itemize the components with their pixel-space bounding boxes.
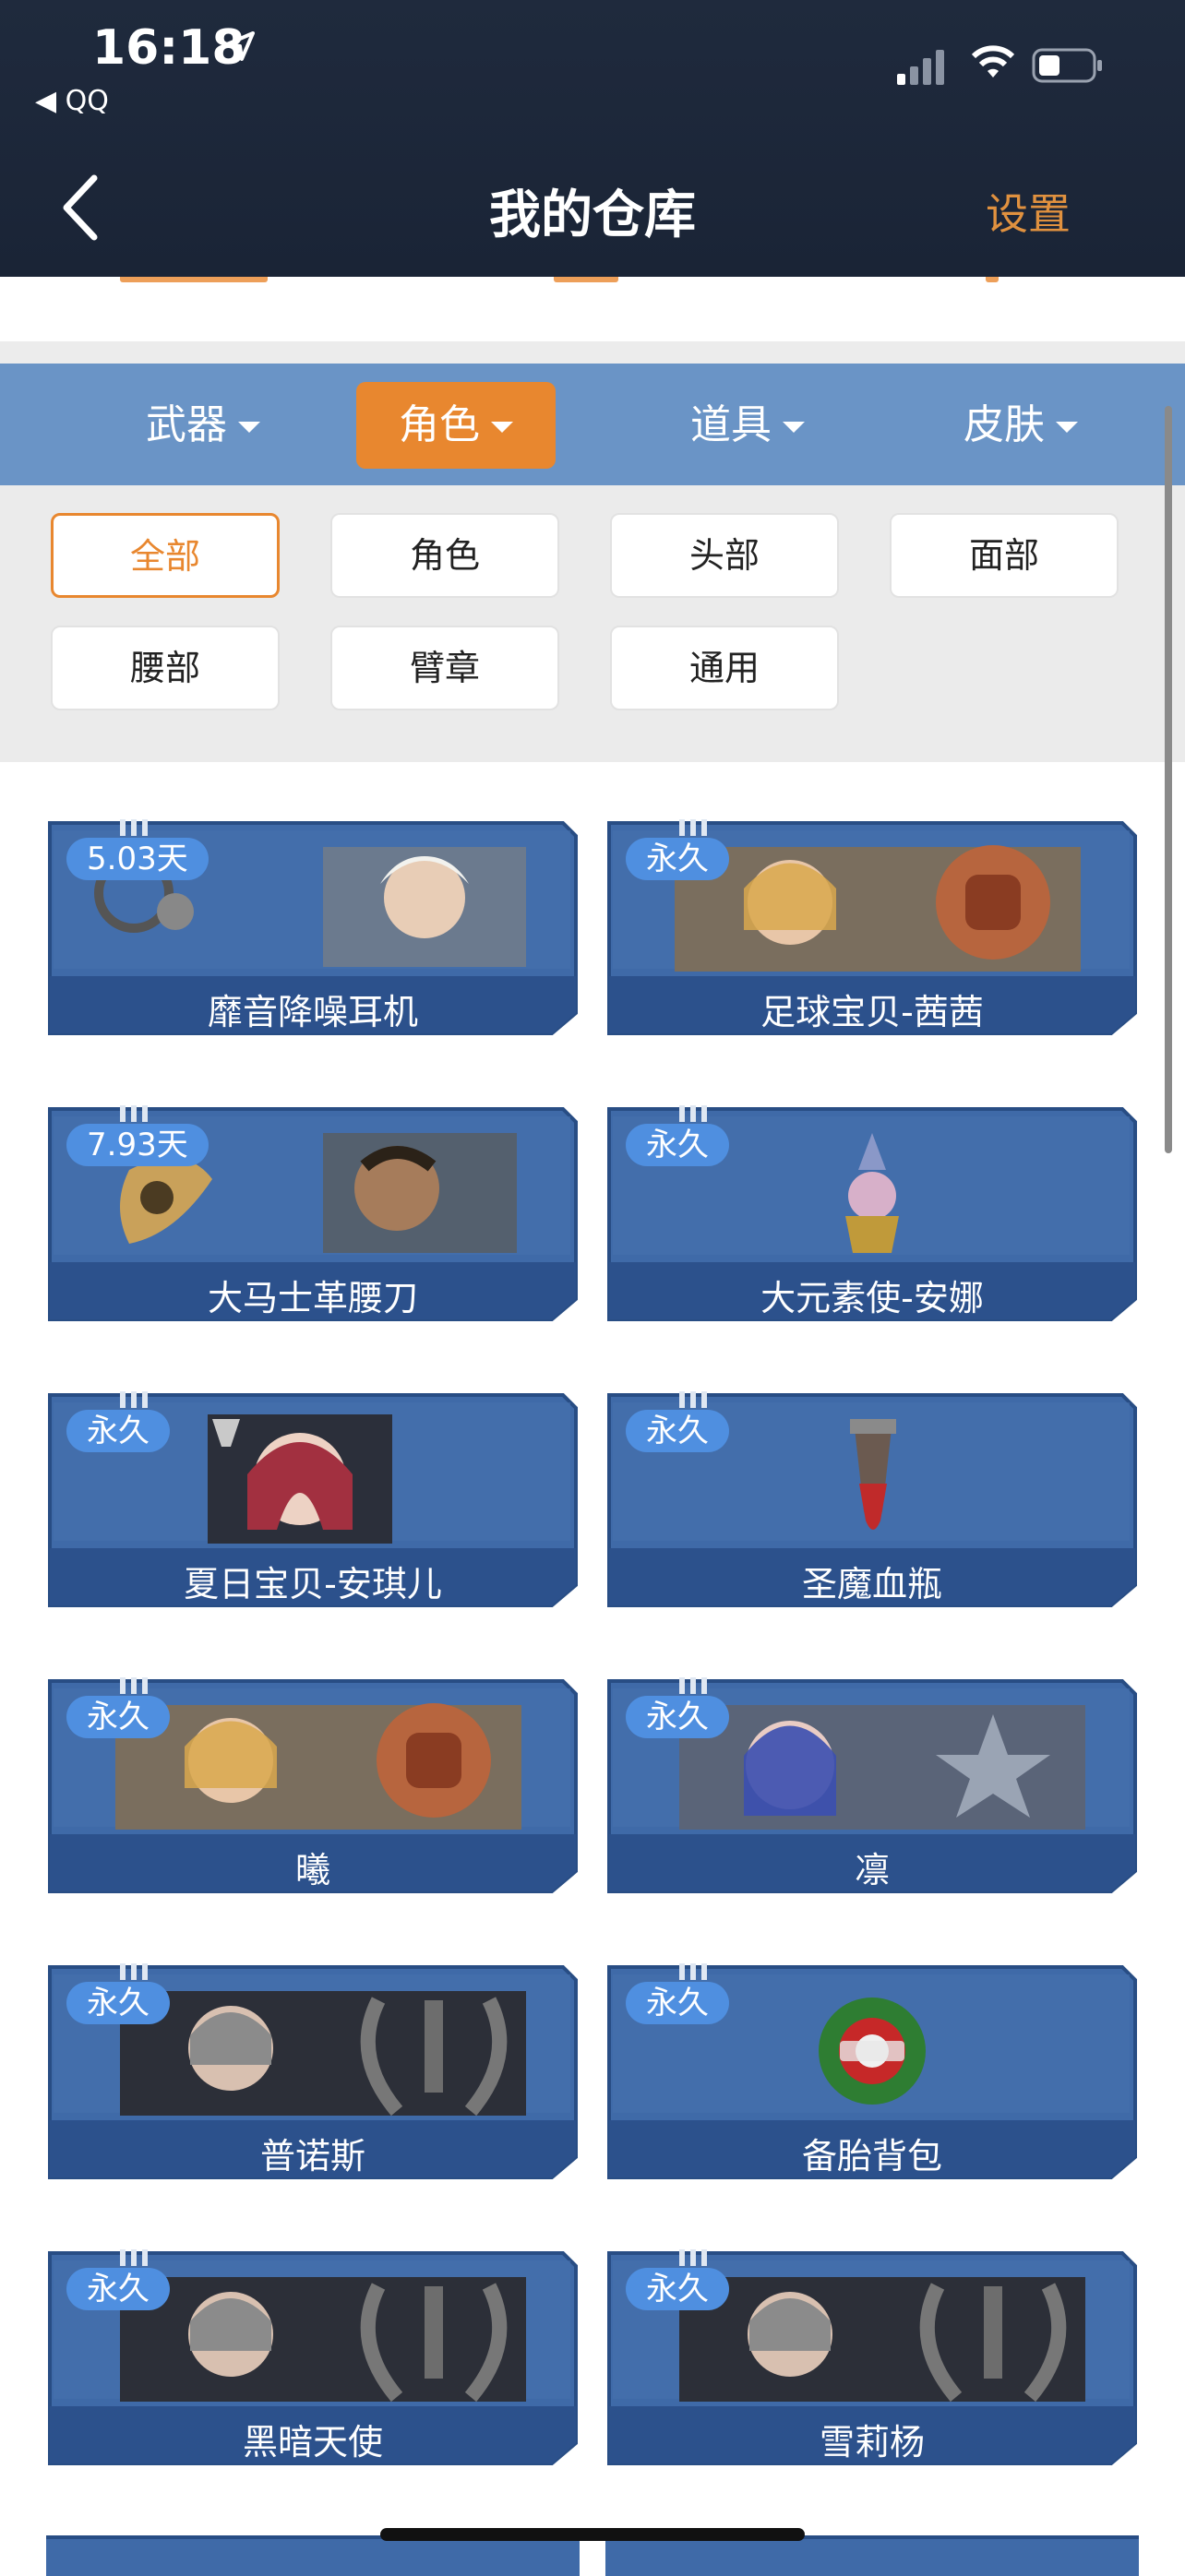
- item-name: 黑暗天使: [242, 2422, 383, 2463]
- inventory-item-card[interactable]: 7.93天大马士革腰刀: [46, 1105, 580, 1323]
- item-artwork: [115, 1703, 521, 1830]
- item-name: 大马士革腰刀: [207, 1278, 418, 1318]
- location-arrow-icon: [225, 31, 255, 61]
- summary-strip: [0, 269, 1185, 341]
- settings-button[interactable]: 设置: [986, 181, 1071, 242]
- filter-general[interactable]: 通用: [610, 626, 839, 710]
- duration-badge: 永久: [626, 1696, 729, 1738]
- duration-badge: 永久: [66, 1982, 170, 2024]
- item-name: 雪莉杨: [819, 2422, 925, 2463]
- caret-down-icon: [238, 422, 260, 433]
- item-name: 大元素使-安娜: [760, 1278, 984, 1318]
- item-name: 靡音降噪耳机: [207, 992, 418, 1032]
- filter-all[interactable]: 全部: [51, 513, 280, 598]
- filter-character[interactable]: 角色: [330, 513, 559, 598]
- inventory-item-card[interactable]: 永久备胎背包: [605, 1963, 1139, 2181]
- category-tabs: 武器 角色 道具 皮肤: [0, 364, 1185, 485]
- item-name: 足球宝贝-茜茜: [760, 992, 984, 1032]
- inventory-item-card[interactable]: 永久圣魔血瓶: [605, 1391, 1139, 1609]
- inventory-item-card[interactable]: 永久夏日宝贝-安琪儿: [46, 1391, 580, 1609]
- item-name: 夏日宝贝-安琪儿: [184, 1564, 442, 1604]
- duration-badge: 永久: [626, 838, 729, 880]
- filter-face[interactable]: 面部: [890, 513, 1119, 598]
- tab-label: 皮肤: [964, 401, 1045, 448]
- item-artwork: [679, 2277, 1085, 2403]
- duration-badge: 5.03天: [66, 838, 209, 880]
- inventory-item-card[interactable]: 永久凛: [605, 1677, 1139, 1895]
- duration-badge: 永久: [626, 1410, 729, 1452]
- duration-badge: 永久: [66, 1410, 170, 1452]
- inventory-item-card-partial[interactable]: [605, 2535, 1139, 2576]
- duration-badge: 永久: [66, 1696, 170, 1738]
- duration-badge: 永久: [626, 1124, 729, 1166]
- caret-down-icon: [491, 422, 513, 433]
- duration-badge: 7.93天: [66, 1124, 209, 1166]
- section-divider: [0, 341, 1185, 364]
- tab-label: 武器: [146, 401, 227, 448]
- item-name: 凛: [854, 1850, 890, 1890]
- tab-label: 角色: [399, 401, 480, 448]
- item-name: 备胎背包: [801, 2136, 942, 2176]
- caret-down-icon: [1056, 422, 1078, 433]
- scrollbar[interactable]: [1165, 406, 1172, 1153]
- back-to-qq-link[interactable]: ◀ QQ: [35, 85, 109, 117]
- inventory-item-card[interactable]: 永久足球宝贝-茜茜: [605, 819, 1139, 1037]
- tab-weapons[interactable]: 武器: [102, 382, 305, 469]
- top-header: 16:18 ◀ QQ 我的仓库 设置: [0, 0, 1185, 277]
- item-artwork: [675, 845, 1081, 972]
- inventory-item-card[interactable]: 5.03天靡音降噪耳机: [46, 819, 580, 1037]
- inventory-item-card[interactable]: 永久普诺斯: [46, 1963, 580, 2181]
- item-artwork: [120, 2277, 526, 2403]
- inventory-item-card[interactable]: 永久黑暗天使: [46, 2249, 580, 2467]
- item-artwork: [679, 1705, 1085, 1830]
- home-indicator: [380, 2528, 805, 2541]
- filter-armband[interactable]: 臂章: [330, 626, 559, 710]
- item-artwork: [208, 1414, 392, 1544]
- item-grid: 5.03天 靡音降噪耳机 永久 足球宝贝-茜茜 7.93天 大马士革腰刀 永久 大元素使-安娜…: [0, 762, 1185, 2576]
- item-artwork: [120, 1991, 526, 2117]
- item-name: 曦: [294, 1850, 330, 1890]
- caret-down-icon: [783, 422, 805, 433]
- tab-label: 道具: [690, 401, 772, 448]
- tab-props[interactable]: 道具: [646, 382, 849, 469]
- filter-head[interactable]: 头部: [610, 513, 839, 598]
- battery-icon: [1032, 48, 1102, 83]
- cellular-signal-icon: [897, 50, 944, 85]
- filter-waist[interactable]: 腰部: [51, 626, 280, 710]
- tab-skins[interactable]: 皮肤: [919, 382, 1122, 469]
- duration-badge: 永久: [626, 1982, 729, 2024]
- inventory-item-card[interactable]: 永久曦: [46, 1677, 580, 1895]
- tab-characters[interactable]: 角色: [356, 382, 556, 469]
- subcategory-filters: 全部 角色 头部 面部 腰部 臂章 通用: [0, 485, 1185, 762]
- item-name: 普诺斯: [259, 2136, 365, 2176]
- inventory-item-card[interactable]: 永久大元素使-安娜: [605, 1105, 1139, 1323]
- duration-badge: 永久: [626, 2268, 729, 2310]
- wifi-icon: [971, 45, 1015, 78]
- duration-badge: 永久: [66, 2268, 170, 2310]
- item-name: 圣魔血瓶: [801, 1564, 942, 1604]
- item-artwork: [819, 1998, 926, 2105]
- inventory-item-card[interactable]: 永久雪莉杨: [605, 2249, 1139, 2467]
- inventory-item-card-partial[interactable]: [46, 2535, 580, 2576]
